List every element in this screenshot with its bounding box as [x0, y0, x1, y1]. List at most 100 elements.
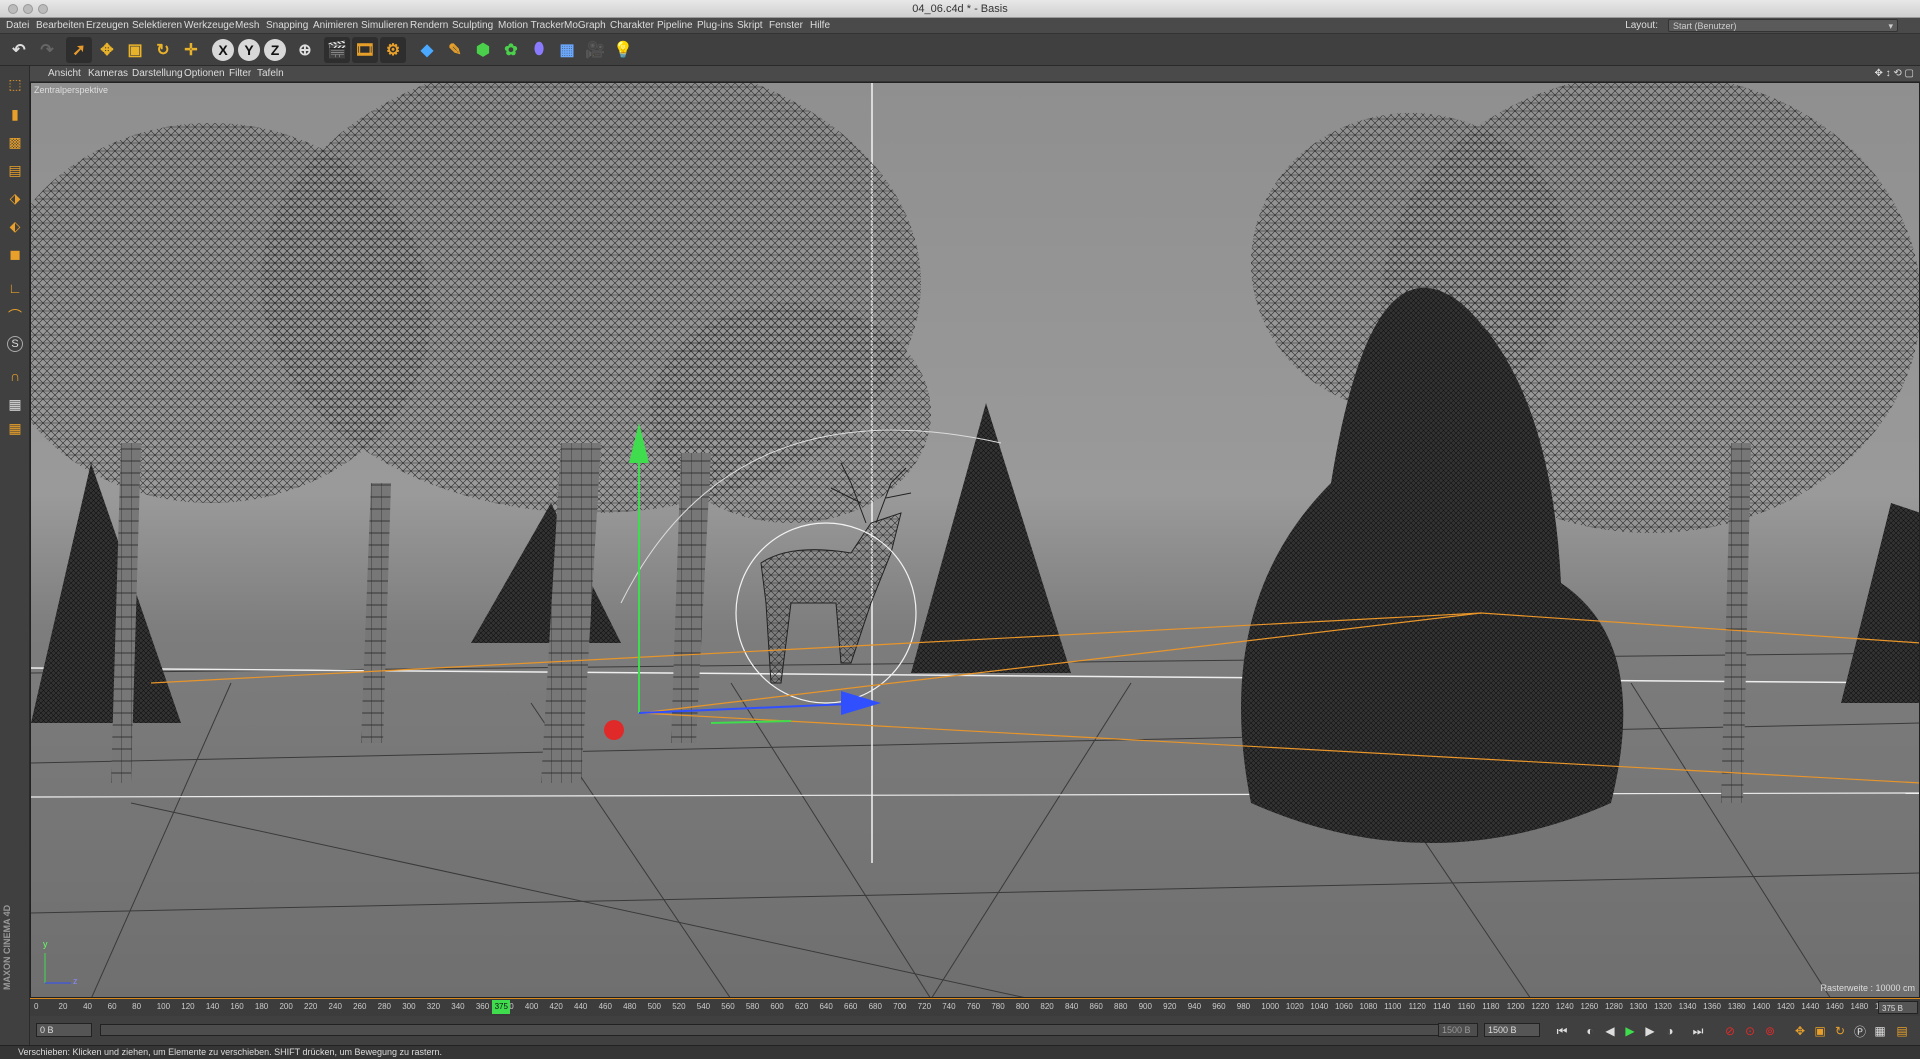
menu-snapping[interactable]: Snapping [266, 19, 308, 33]
array-icon[interactable]: ✿ [498, 37, 524, 63]
layout-label: Layout: [1625, 20, 1658, 31]
menu-pipeline[interactable]: Pipeline [657, 19, 693, 33]
render-picture-viewer-icon[interactable]: 🎞 [352, 37, 378, 63]
polygons-mode-icon[interactable]: ◼ [2, 242, 28, 266]
subdivision-icon[interactable]: ⬢ [470, 37, 496, 63]
parameter-key-icon[interactable]: Ⓟ [1850, 1021, 1870, 1041]
points-mode-icon[interactable]: ⬗ [2, 186, 28, 210]
make-editable-icon[interactable]: ⬚ [2, 72, 28, 96]
menu-selektieren[interactable]: Selektieren [132, 19, 182, 33]
menu-simulieren[interactable]: Simulieren [361, 19, 408, 33]
select-icon[interactable]: ➚ [66, 37, 92, 63]
go-to-end-icon[interactable]: ⏭ [1688, 1021, 1708, 1041]
render-view-icon[interactable]: 🎬 [324, 37, 350, 63]
editor-viewport[interactable]: Zentralperspektive y z Rasterweite : 100… [30, 82, 1920, 998]
cube-icon[interactable]: ◆ [414, 37, 440, 63]
undo-icon[interactable]: ↶ [6, 37, 32, 63]
scale-icon[interactable]: ▣ [122, 37, 148, 63]
record-keys-icon[interactable]: ⊘ [1720, 1021, 1740, 1041]
x-axis-icon[interactable]: X [212, 39, 234, 61]
magnet-icon[interactable]: ∩ [2, 364, 28, 388]
vp-menu-optionen[interactable]: Optionen [184, 68, 225, 79]
zoom-window-button[interactable] [38, 4, 48, 14]
menu-werkzeuge[interactable]: Werkzeuge [184, 19, 234, 33]
point-level-key-icon[interactable]: ▦ [1870, 1021, 1890, 1041]
camera-icon[interactable]: 🎥 [582, 37, 608, 63]
play-icon[interactable]: ▶ [1620, 1021, 1640, 1041]
floor-icon[interactable]: ▦ [554, 37, 580, 63]
timeline-ruler[interactable]: 0 20 40 60 80 100 120 140 160 180 200 220 240 260 280 3… [30, 998, 1920, 1016]
scheme-icon[interactable]: ▤ [1892, 1021, 1912, 1041]
vp-menu-filter[interactable]: Filter [229, 68, 251, 79]
timeline-tick: 1460 [1825, 1002, 1844, 1011]
render-settings-icon[interactable]: ⚙ [380, 37, 406, 63]
axis-icon[interactable]: ∟ [2, 276, 28, 300]
preview-end-field[interactable]: 1500 B [1438, 1023, 1478, 1037]
deformer-icon[interactable]: ⬮ [526, 37, 552, 63]
live-select-icon[interactable]: ✛ [178, 37, 204, 63]
timeline-tick: 420 [549, 1002, 563, 1011]
z-axis-icon[interactable]: Z [264, 39, 286, 61]
autokey-icon[interactable]: ⊙ [1740, 1021, 1760, 1041]
current-frame-field[interactable]: 375 B [1878, 1001, 1918, 1014]
y-axis-icon[interactable]: Y [238, 39, 260, 61]
menu-skript[interactable]: Skript [737, 19, 763, 33]
vp-menu-darstellung[interactable]: Darstellung [132, 68, 183, 79]
keyframe-selection-icon[interactable]: ⊚ [1760, 1021, 1780, 1041]
menu-fenster[interactable]: Fenster [769, 19, 803, 33]
menu-sculpting[interactable]: Sculpting [452, 19, 493, 33]
menu-rendern[interactable]: Rendern [410, 19, 448, 33]
menu-charakter[interactable]: Charakter [610, 19, 654, 33]
coordinate-system-icon[interactable]: ⊕ [292, 37, 318, 63]
preview-range-slider[interactable] [100, 1024, 1460, 1036]
previous-key-icon[interactable]: ◐ [1580, 1021, 1600, 1041]
model-mode-icon[interactable]: ▮ [2, 102, 28, 126]
menu-mesh[interactable]: Mesh [235, 19, 259, 33]
move-icon[interactable]: ✥ [94, 37, 120, 63]
previous-frame-icon[interactable]: ◀ [1600, 1021, 1620, 1041]
layer-icon[interactable]: ▦ [2, 416, 28, 440]
light-icon[interactable]: 💡 [610, 37, 636, 63]
layout-select[interactable]: Start (Benutzer) ▾ [1668, 19, 1898, 32]
texture-mode-icon[interactable]: ▩ [2, 130, 28, 154]
tweak-icon[interactable]: ⌒ [2, 304, 28, 328]
timeline-tick: 1360 [1703, 1002, 1721, 1011]
menu-datei[interactable]: Datei [6, 19, 29, 33]
menu-hilfe[interactable]: Hilfe [810, 19, 830, 33]
timeline-tick: 640 [819, 1002, 833, 1011]
workplane-icon[interactable]: ▤ [2, 158, 28, 182]
position-key-icon[interactable]: ✥ [1790, 1021, 1810, 1041]
spline-pen-icon[interactable]: ✎ [442, 37, 468, 63]
rotation-key-icon[interactable]: ↻ [1830, 1021, 1850, 1041]
menu-plugins[interactable]: Plug-ins [697, 19, 733, 33]
menu-animieren[interactable]: Animieren [313, 19, 358, 33]
menu-erzeugen[interactable]: Erzeugen [86, 19, 129, 33]
timeline-tick: 1000 [1261, 1002, 1280, 1011]
minimize-window-button[interactable] [23, 4, 33, 14]
viewport-nav-icons[interactable]: ✥ ↕ ⟲ ▢ [1874, 68, 1914, 79]
timeline-tick: 1220 [1531, 1002, 1550, 1011]
timeline-tick: 20 [58, 1002, 68, 1011]
timeline-playhead[interactable]: 375 [492, 1000, 511, 1014]
vp-menu-ansicht[interactable]: Ansicht [48, 68, 81, 79]
end-frame-field[interactable]: 1500 B [1484, 1023, 1540, 1037]
timeline-tick: 860 [1089, 1002, 1103, 1011]
edges-mode-icon[interactable]: ⬖ [2, 214, 28, 238]
close-window-button[interactable] [8, 4, 18, 14]
layer-lock-icon[interactable]: ▦ [2, 392, 28, 416]
menu-mograph[interactable]: MoGraph [564, 19, 606, 33]
rotate-icon[interactable]: ↻ [150, 37, 176, 63]
go-to-start-icon[interactable]: ⏮ [1552, 1021, 1572, 1041]
start-frame-field[interactable]: 0 B [36, 1023, 92, 1037]
redo-icon[interactable]: ↷ [34, 37, 60, 63]
next-frame-icon[interactable]: ▶ [1640, 1021, 1660, 1041]
next-key-icon[interactable]: ◑ [1660, 1021, 1680, 1041]
vp-menu-tafeln[interactable]: Tafeln [257, 68, 284, 79]
solo-icon[interactable]: S [2, 332, 28, 356]
scale-key-icon[interactable]: ▣ [1810, 1021, 1830, 1041]
menu-bearbeiten[interactable]: Bearbeiten [36, 19, 84, 33]
vp-menu-kameras[interactable]: Kameras [88, 68, 128, 79]
x-axis-handle[interactable] [604, 720, 624, 740]
z-axis-handle[interactable] [841, 691, 881, 715]
menu-motion-tracker[interactable]: Motion Tracker [498, 19, 564, 33]
